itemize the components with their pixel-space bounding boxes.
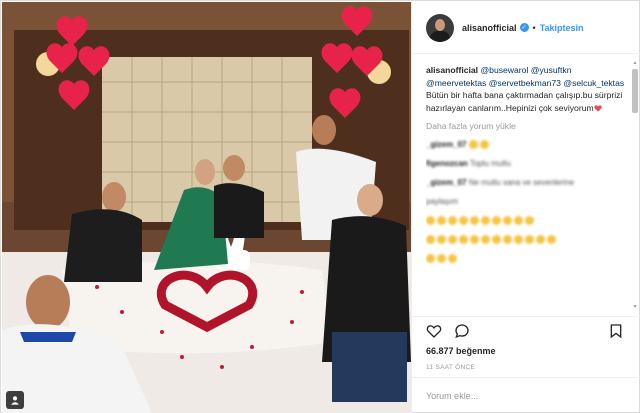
mention-link[interactable]: @servetbekman73 [489, 78, 561, 88]
comment-row [426, 253, 631, 264]
post-caption: alisanofficial @busewarol @yusuftkn @mee… [426, 64, 631, 114]
comment-text: Ne mutlu sana ve sevenlerine [468, 178, 575, 187]
following-button[interactable]: Takiptesin [540, 23, 584, 33]
scroll-up-arrow-icon[interactable]: ▲ [632, 60, 638, 66]
add-comment-bar [412, 377, 640, 413]
load-more-comments-link[interactable]: Daha fazla yorum yükle [426, 121, 631, 131]
comment-username[interactable]: _gizem_07 [426, 140, 466, 149]
post-photo[interactable] [2, 2, 411, 413]
scrollbar-thumb[interactable] [632, 69, 638, 113]
comment-row: _gizem_07 [426, 139, 631, 150]
header-username[interactable]: alisanofficial [462, 23, 517, 33]
heart-icon[interactable] [426, 323, 442, 339]
likes-count[interactable]: 66.877 beğenme [426, 346, 496, 356]
post-dialog: alisanofficial ✓ • Takiptesin alisanoffi… [0, 0, 640, 413]
separator-dot: • [532, 22, 536, 33]
comment-row: paylaşım [426, 196, 631, 207]
comment-input[interactable] [426, 388, 626, 404]
post-side-panel: alisanofficial ✓ • Takiptesin alisanoffi… [411, 2, 640, 413]
post-header: alisanofficial ✓ • Takiptesin [412, 2, 640, 54]
mention-link[interactable]: @yusuftkn [531, 65, 572, 75]
comment-row: figenozcan Toplu mutlu [426, 158, 631, 169]
post-timestamp[interactable]: 11 SAAT ÖNCE [426, 364, 475, 371]
comment-bubble-icon[interactable] [454, 323, 470, 339]
red-heart-emoji-icon [593, 104, 602, 112]
avatar[interactable] [426, 13, 454, 42]
comments-scrollbar[interactable]: ▲ ▼ [632, 60, 638, 310]
comment-row: _gizem_07 Ne mutlu sana ve sevenlerine [426, 177, 631, 188]
comment-username[interactable]: figenozcan [426, 159, 468, 168]
bookmark-icon[interactable] [608, 323, 624, 339]
party-photo-illustration [2, 2, 411, 413]
comment-username[interactable]: _gizem_07 [426, 178, 466, 187]
verified-badge-icon: ✓ [519, 23, 529, 32]
post-actions [412, 316, 640, 344]
comment-text: paylaşım [426, 197, 459, 206]
comments-list[interactable]: alisanofficial @busewarol @yusuftkn @mee… [426, 64, 631, 316]
comment-text: Toplu mutlu [469, 159, 511, 168]
comment-row [426, 215, 631, 226]
mention-link[interactable]: @meervetektas [426, 78, 486, 88]
caption-username[interactable]: alisanofficial [426, 65, 478, 75]
user-tag-icon[interactable] [6, 391, 24, 409]
scroll-down-arrow-icon[interactable]: ▼ [632, 304, 638, 310]
comment-row [426, 234, 631, 245]
mention-link[interactable]: @selcuk_tektas [563, 78, 624, 88]
mention-link[interactable]: @busewarol [480, 65, 528, 75]
